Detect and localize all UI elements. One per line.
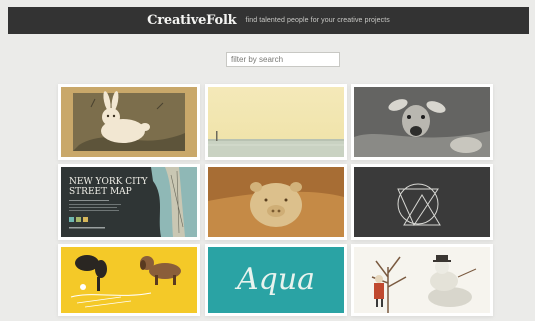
geometric-logo-icon: [354, 167, 490, 237]
gallery-tile-aqua[interactable]: Aqua: [208, 247, 344, 313]
top-header-bar: CreativeFolk find talented people for yo…: [8, 7, 529, 34]
gallery-tile-pig[interactable]: [208, 167, 344, 237]
rabbit-illustration-icon: [61, 87, 197, 157]
gallery-tile-dog[interactable]: [61, 247, 197, 313]
lighthouse-seascape-photo-icon: [208, 87, 344, 157]
gallery-tile-seascape[interactable]: [208, 87, 344, 157]
gallery-tile-geometric[interactable]: [354, 167, 490, 237]
map-title-line-2: STREET MAP: [69, 187, 132, 197]
site-tagline: find talented people for your creative p…: [245, 17, 390, 24]
site-logo[interactable]: CreativeFolk: [147, 13, 237, 28]
map-title-line-1: NEW YORK CITY: [69, 177, 149, 187]
gallery-tile-rabbit[interactable]: [61, 87, 197, 157]
gallery-tile-deer[interactable]: [354, 87, 490, 157]
search-input[interactable]: [226, 52, 340, 67]
dog-illustration-icon: [61, 247, 197, 313]
gallery-tile-street-map[interactable]: NEW YORK CITY STREET MAP: [61, 167, 197, 237]
aqua-word: Aqua: [234, 262, 315, 297]
pig-figurine-photo-icon: [208, 167, 344, 237]
snowman-illustration-icon: [354, 247, 490, 313]
deer-photo-icon: [354, 87, 490, 157]
gallery-tile-snowman[interactable]: [354, 247, 490, 313]
street-map-poster-icon: NEW YORK CITY STREET MAP: [61, 167, 197, 237]
aqua-typography-icon: Aqua: [208, 247, 344, 313]
